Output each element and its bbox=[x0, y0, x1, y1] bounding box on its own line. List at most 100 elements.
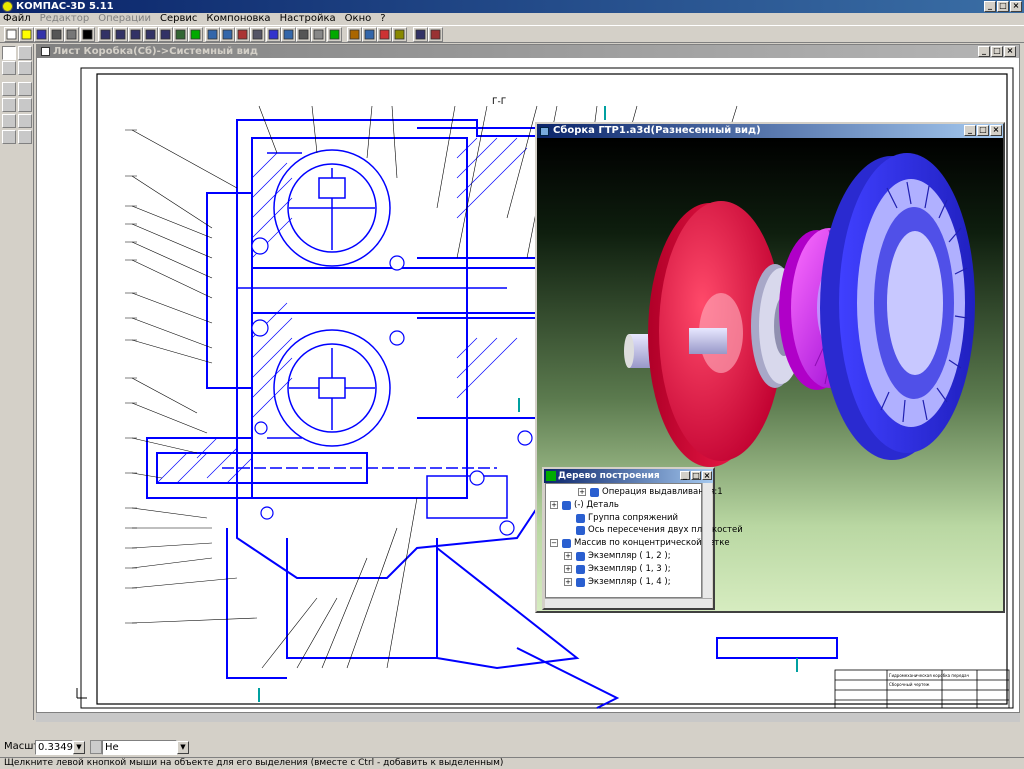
new-icon bbox=[6, 29, 17, 40]
zoom-all-icon bbox=[145, 29, 156, 40]
layer-select[interactable]: Не определена bbox=[102, 740, 177, 766]
drawing-hscrollbar[interactable] bbox=[36, 712, 1020, 722]
model-window-title: Сборка ГТР1.a3d(Разнесенный вид) bbox=[553, 125, 761, 136]
context-help-button[interactable] bbox=[428, 27, 443, 42]
shaded-button[interactable] bbox=[266, 27, 281, 42]
help-button[interactable] bbox=[413, 27, 428, 42]
polygon-tool-button[interactable] bbox=[18, 114, 32, 128]
statusbar: Масштаб 0.334981 ▼ Не определена ▼ bbox=[0, 737, 1024, 766]
tree-close-button[interactable]: × bbox=[702, 471, 712, 480]
menu-item-0[interactable]: Файл bbox=[3, 13, 31, 25]
orient-button[interactable] bbox=[205, 27, 220, 42]
point-tool-button[interactable] bbox=[18, 98, 32, 112]
tree-expander[interactable]: − bbox=[550, 539, 558, 548]
properties-button[interactable] bbox=[327, 27, 342, 42]
zoom-window-button[interactable] bbox=[128, 27, 143, 42]
zoom-window-icon bbox=[130, 29, 141, 40]
cut-icon bbox=[82, 29, 93, 40]
axis-icon bbox=[576, 526, 585, 536]
dimension-tool-button[interactable] bbox=[18, 46, 32, 60]
visible-icon bbox=[298, 29, 309, 40]
zoom-all-button[interactable] bbox=[143, 27, 158, 42]
tree-expander[interactable]: + bbox=[564, 577, 572, 586]
spec-button[interactable] bbox=[392, 27, 407, 42]
refresh-button[interactable] bbox=[188, 27, 203, 42]
hidden-button[interactable] bbox=[311, 27, 326, 42]
tree-expander[interactable]: + bbox=[578, 488, 586, 496]
layer-button[interactable] bbox=[347, 27, 362, 42]
segment-tool-button[interactable] bbox=[2, 82, 16, 96]
refresh-icon bbox=[190, 29, 201, 40]
menu-item-2[interactable]: Операции bbox=[98, 13, 151, 25]
pan-button[interactable] bbox=[158, 27, 173, 42]
tree-expander[interactable]: + bbox=[564, 552, 572, 560]
cut-button[interactable] bbox=[80, 27, 95, 42]
library-icon bbox=[379, 29, 390, 40]
tree-expander[interactable]: + bbox=[550, 500, 558, 509]
arc-tool-button[interactable] bbox=[2, 98, 16, 112]
drawing-minimize-button[interactable]: _ bbox=[978, 46, 990, 57]
library-button[interactable] bbox=[377, 27, 392, 42]
maximize-button[interactable]: □ bbox=[997, 1, 1009, 12]
menu-item-7[interactable]: ? bbox=[380, 13, 385, 25]
drawing-close-button[interactable]: × bbox=[1004, 46, 1016, 57]
circle-tool-button[interactable] bbox=[18, 82, 32, 96]
context-help-icon bbox=[430, 29, 441, 40]
menu-item-5[interactable]: Настройка bbox=[280, 13, 336, 25]
model-close-button[interactable]: × bbox=[990, 125, 1002, 136]
view-button[interactable] bbox=[220, 27, 235, 42]
menu-item-1[interactable]: Редактор bbox=[40, 13, 90, 25]
menu-item-6[interactable]: Окно bbox=[345, 13, 372, 25]
wireframe-button[interactable] bbox=[250, 27, 265, 42]
new-button[interactable] bbox=[4, 27, 19, 42]
shaded-icon bbox=[268, 29, 279, 40]
rotate-button[interactable] bbox=[173, 27, 188, 42]
param-tool-button[interactable] bbox=[18, 61, 32, 75]
drawing-window-titlebar: Лист Коробка(Сб)->Системный вид _ □ × bbox=[37, 45, 1019, 58]
drawing-maximize-button[interactable]: □ bbox=[991, 46, 1003, 57]
layer-icon bbox=[349, 29, 360, 40]
model-window-titlebar: Сборка ГТР1.a3d(Разнесенный вид) _ □ × bbox=[537, 124, 1003, 138]
spec-icon bbox=[394, 29, 405, 40]
hint-line: Щелкните левой кнопкой мыши на объекте д… bbox=[0, 757, 1024, 768]
menu-item-4[interactable]: Компоновка bbox=[206, 13, 270, 25]
preview-button[interactable] bbox=[64, 27, 79, 42]
geometry-tool-button[interactable] bbox=[2, 46, 16, 60]
layer-dropdown-button[interactable]: ▼ bbox=[177, 741, 189, 754]
save-button[interactable] bbox=[34, 27, 49, 42]
tree-hscrollbar[interactable] bbox=[545, 598, 712, 608]
rotate-icon bbox=[175, 29, 186, 40]
mates-icon bbox=[576, 513, 585, 523]
scale-input[interactable]: 0.334981 bbox=[35, 740, 86, 755]
zoom-in-icon bbox=[100, 29, 111, 40]
edit-tool-button[interactable] bbox=[2, 61, 16, 75]
zoom-out-button[interactable] bbox=[113, 27, 128, 42]
menu-item-3[interactable]: Сервис bbox=[160, 13, 197, 25]
visible-button[interactable] bbox=[296, 27, 311, 42]
assembly-icon bbox=[540, 127, 549, 136]
tree-maximize-button[interactable]: □ bbox=[691, 471, 701, 480]
tree-icon bbox=[546, 471, 556, 481]
minimize-button[interactable]: _ bbox=[984, 1, 996, 12]
measure-button[interactable] bbox=[362, 27, 377, 42]
title-block-line-2: Сборочный чертеж bbox=[889, 682, 930, 687]
open-button[interactable] bbox=[19, 27, 34, 42]
tree-expander[interactable]: + bbox=[564, 564, 572, 573]
close-button[interactable]: × bbox=[1010, 1, 1022, 12]
zoom-in-button[interactable] bbox=[98, 27, 113, 42]
hatch-tool-button[interactable] bbox=[18, 130, 32, 144]
tree-vscrollbar[interactable] bbox=[702, 483, 712, 598]
extrude-icon bbox=[590, 488, 599, 497]
perspective-button[interactable] bbox=[281, 27, 296, 42]
tree-minimize-button[interactable]: _ bbox=[680, 471, 690, 480]
tree-item-label: (-) Деталь bbox=[574, 499, 619, 510]
section-button[interactable] bbox=[235, 27, 250, 42]
print-button[interactable] bbox=[49, 27, 64, 42]
instance-icon bbox=[576, 552, 585, 561]
section-icon bbox=[237, 29, 248, 40]
model-maximize-button[interactable]: □ bbox=[977, 125, 989, 136]
spline-tool-button[interactable] bbox=[2, 130, 16, 144]
scale-dropdown-button[interactable]: ▼ bbox=[73, 741, 85, 754]
model-minimize-button[interactable]: _ bbox=[964, 125, 976, 136]
rect-tool-button[interactable] bbox=[2, 114, 16, 128]
